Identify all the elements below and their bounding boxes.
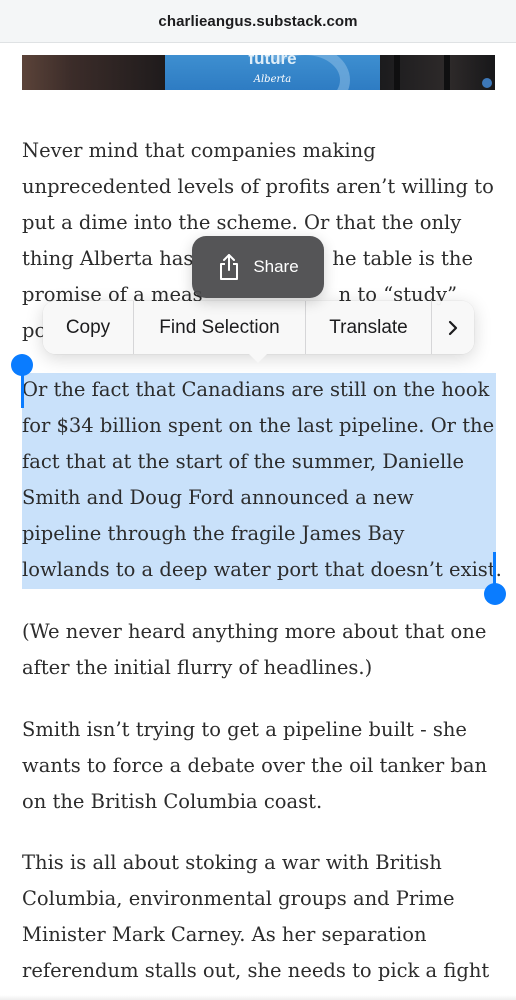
text-line: for $34 billion spent on the last pipeli… bbox=[22, 413, 495, 437]
paragraph-3: (We never heard anything more about that… bbox=[22, 614, 502, 686]
text-line: Smith and Doug Ford announced a new bbox=[22, 485, 414, 509]
copy-menu-item[interactable]: Copy bbox=[43, 301, 134, 354]
hero-image-left-photo bbox=[22, 55, 165, 90]
paragraph-2-selected[interactable]: Or the fact that Canadians are still on … bbox=[22, 372, 502, 587]
photo-stripe bbox=[444, 55, 450, 90]
text-selection-context-menu: Copy Find Selection Translate bbox=[43, 301, 474, 354]
text-line: on the British Columbia coast. bbox=[22, 789, 323, 813]
image-corner-icon bbox=[482, 78, 492, 88]
find-selection-label: Find Selection bbox=[159, 316, 280, 338]
address-bar[interactable]: charlieangus.substack.com bbox=[0, 0, 516, 43]
copy-label: Copy bbox=[65, 316, 111, 338]
page-bottom-edge bbox=[0, 995, 516, 1000]
text-line: Minister Mark Carney. As her separation bbox=[22, 922, 427, 946]
text-fragment: thing Alberta has bbox=[22, 246, 194, 270]
text-line: wants to force a debate over the oil tan… bbox=[22, 753, 488, 777]
text-line: Never mind that companies making bbox=[22, 139, 376, 162]
text-line: (We never heard anything more about that… bbox=[22, 620, 487, 643]
selection-end-handle[interactable] bbox=[484, 583, 506, 605]
find-selection-menu-item[interactable]: Find Selection bbox=[134, 301, 306, 354]
text-line: fact that at the start of the summer, Da… bbox=[22, 449, 465, 473]
photo-stripe bbox=[394, 55, 400, 90]
text-line: unprecedented levels of profits aren’t w… bbox=[22, 174, 494, 198]
article-hero-image: future Alberta bbox=[22, 55, 495, 90]
text-fragment: he table is the bbox=[332, 246, 473, 270]
paragraph-4: Smith isn’t trying to get a pipeline bui… bbox=[22, 712, 502, 820]
more-options-button[interactable] bbox=[432, 301, 474, 354]
text-line: lowlands to a deep water port that doesn… bbox=[22, 557, 502, 581]
selection-start-handle[interactable] bbox=[11, 354, 33, 376]
paragraph-5: This is all about stoking a war with Bri… bbox=[22, 845, 502, 989]
chevron-right-icon bbox=[448, 320, 458, 335]
poster-brand: Alberta bbox=[253, 74, 292, 85]
text-line: after the initial flurry of headlines.) bbox=[22, 655, 373, 679]
translate-label: Translate bbox=[329, 316, 408, 338]
text-line: referendum stalls out, she needs to pick… bbox=[22, 958, 490, 982]
text-line: Columbia, environmental groups and Prime bbox=[22, 886, 455, 910]
hero-image-poster: future Alberta bbox=[165, 55, 380, 90]
share-icon bbox=[220, 254, 239, 280]
poster-caption: future bbox=[248, 55, 297, 68]
context-menu-pointer bbox=[247, 352, 269, 363]
share-button[interactable]: Share bbox=[192, 236, 324, 298]
url-text[interactable]: charlieangus.substack.com bbox=[158, 13, 357, 30]
selection-start-handle-bar[interactable] bbox=[21, 372, 24, 408]
text-line: Or the fact that Canadians are still on … bbox=[22, 378, 490, 401]
translate-menu-item[interactable]: Translate bbox=[306, 301, 432, 354]
text-line: Smith isn’t trying to get a pipeline bui… bbox=[22, 718, 467, 741]
text-line: This is all about stoking a war with Bri… bbox=[22, 851, 442, 874]
text-line: pipeline through the fragile James Bay bbox=[22, 521, 405, 545]
hero-image-right-photo bbox=[380, 55, 495, 90]
share-label: Share bbox=[253, 257, 299, 276]
